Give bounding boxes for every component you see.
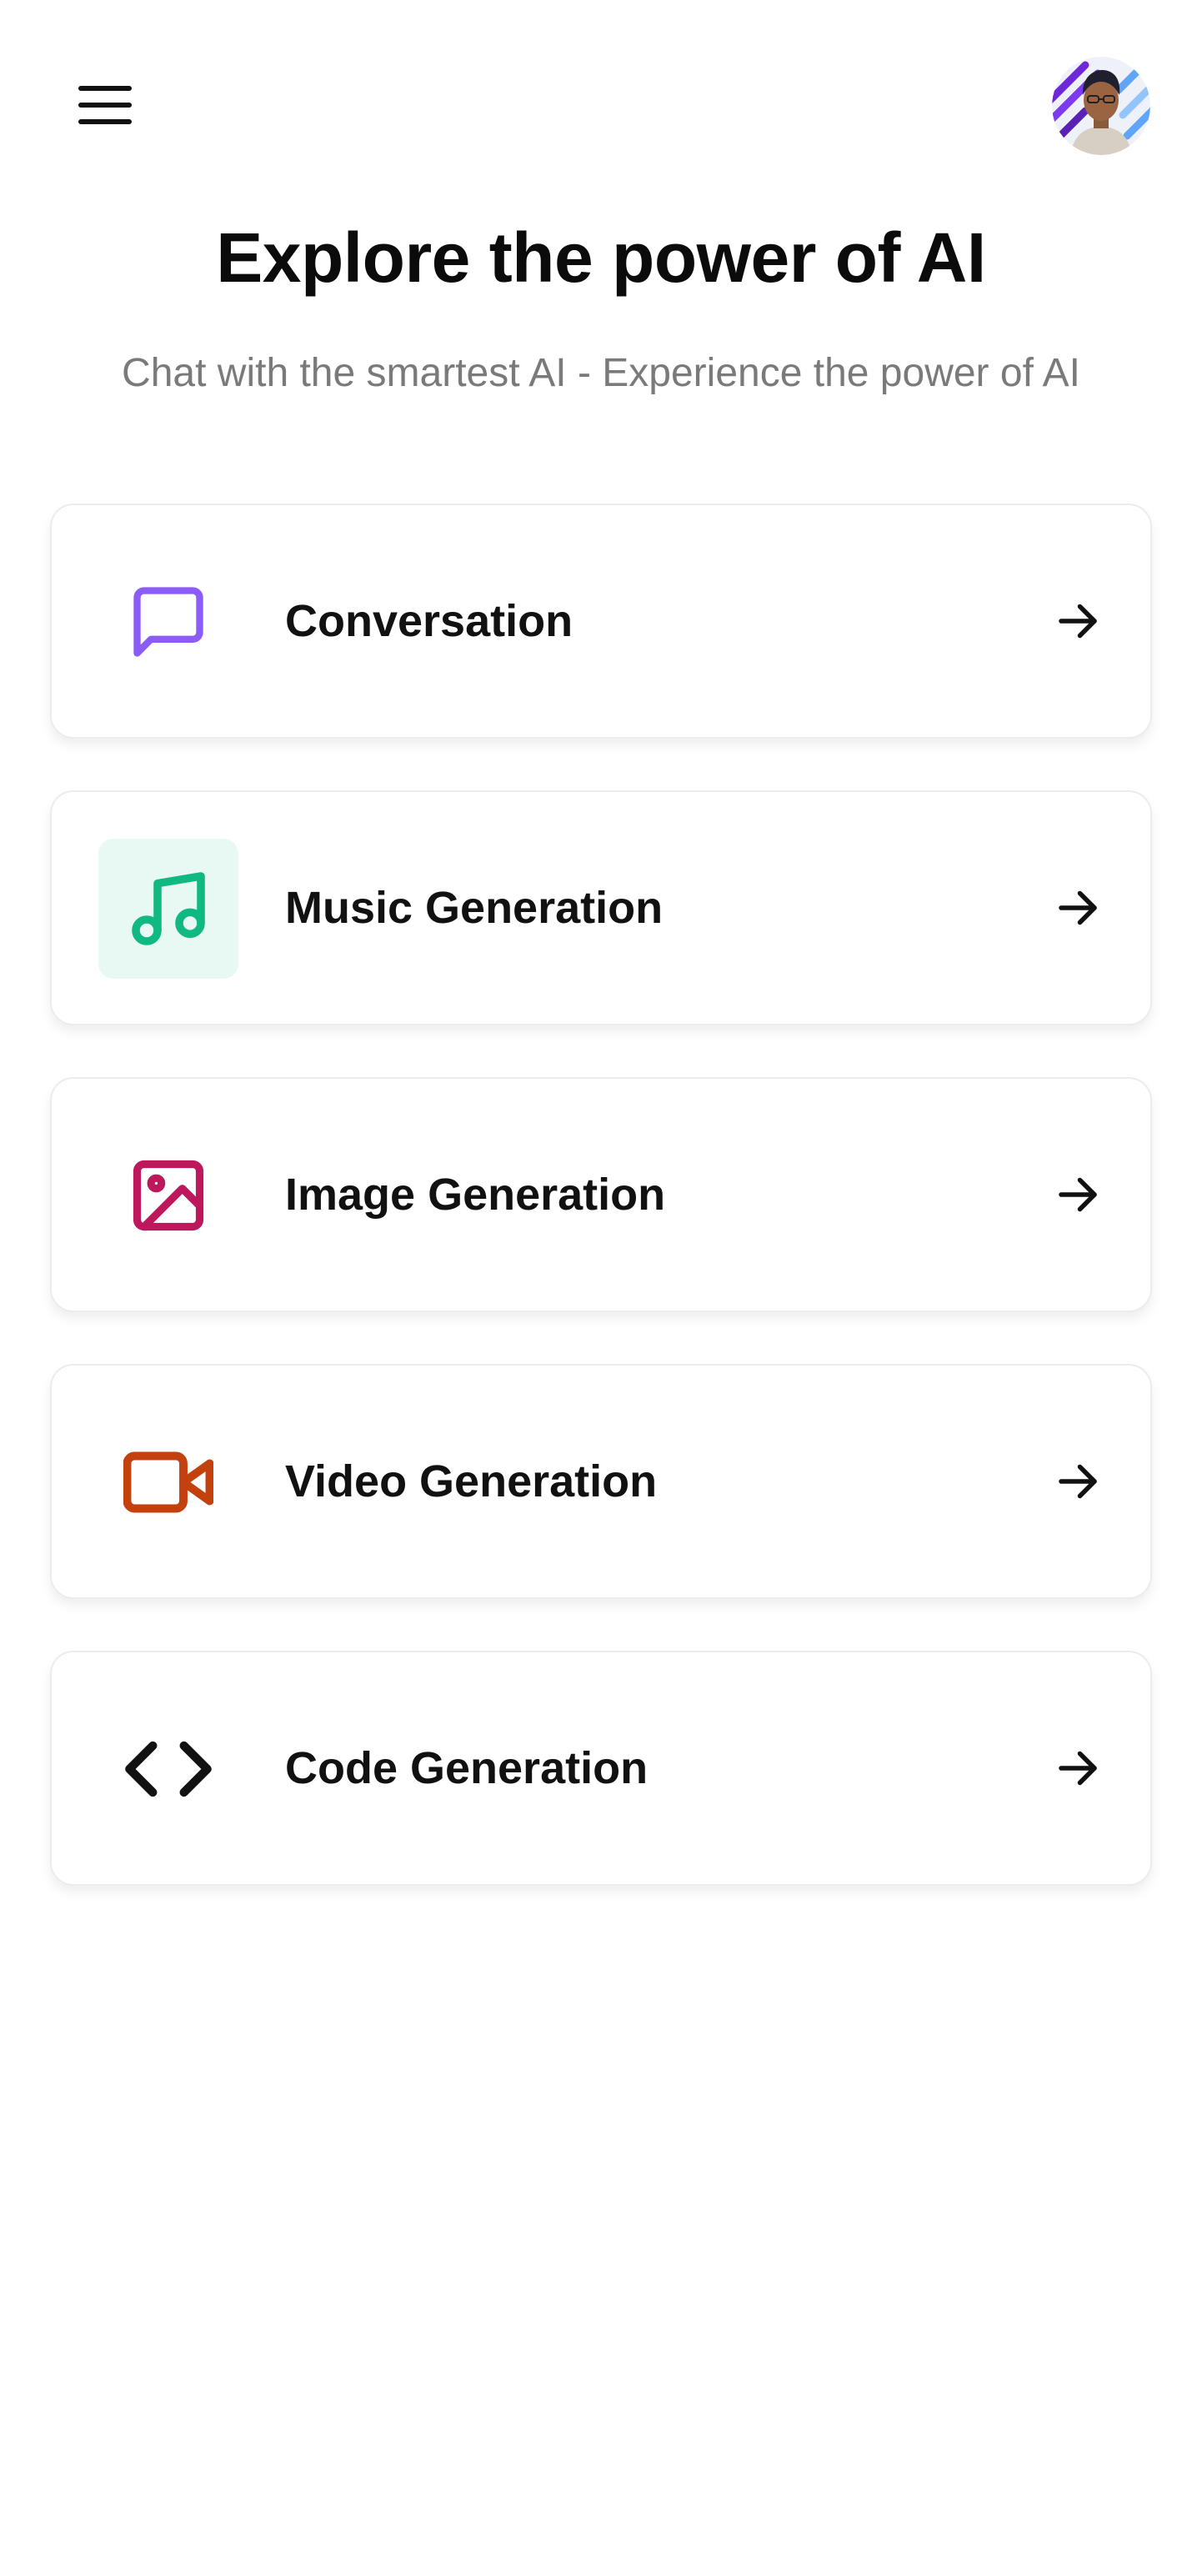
arrow-right-icon	[1050, 1167, 1105, 1222]
avatar-image	[1052, 57, 1150, 155]
tool-card-video-generation[interactable]: Video Generation	[50, 1364, 1152, 1599]
tool-card-conversation[interactable]: Conversation	[50, 504, 1152, 739]
page-title: Explore the power of AI	[216, 218, 986, 297]
tool-label: Video Generation	[285, 1456, 658, 1506]
hamburger-menu-icon	[78, 86, 132, 124]
tool-label: Code Generation	[285, 1743, 649, 1793]
tool-icon-container	[98, 1699, 238, 1839]
menu-button[interactable]	[70, 73, 140, 137]
arrow-right-icon	[1050, 1741, 1105, 1796]
message-square-icon	[133, 587, 203, 657]
user-avatar[interactable]	[1052, 57, 1150, 155]
tool-label: Image Generation	[285, 1170, 666, 1220]
music-note-icon	[132, 872, 205, 945]
tool-card-music-generation[interactable]: Music Generation	[50, 790, 1152, 1025]
tool-icon-container	[98, 1412, 238, 1552]
tool-icon-container	[98, 839, 238, 979]
tool-label: Music Generation	[285, 883, 664, 933]
tool-card-image-generation[interactable]: Image Generation	[50, 1077, 1152, 1312]
tool-icon-container	[98, 1125, 238, 1265]
tool-label: Conversation	[285, 596, 573, 646]
video-camera-icon	[123, 1451, 213, 1513]
tools-list: Conversation Music Generation Image Gene…	[50, 504, 1152, 1937]
image-icon	[133, 1160, 204, 1231]
top-bar	[0, 0, 1202, 208]
arrow-right-icon	[1050, 594, 1105, 649]
arrow-right-icon	[1050, 880, 1105, 935]
page-subtitle: Chat with the smartest AI - Experience t…	[122, 351, 1080, 395]
arrow-right-icon	[1050, 1454, 1105, 1509]
code-icon	[125, 1741, 212, 1797]
tool-card-code-generation[interactable]: Code Generation	[50, 1651, 1152, 1886]
tool-icon-container	[98, 552, 238, 692]
